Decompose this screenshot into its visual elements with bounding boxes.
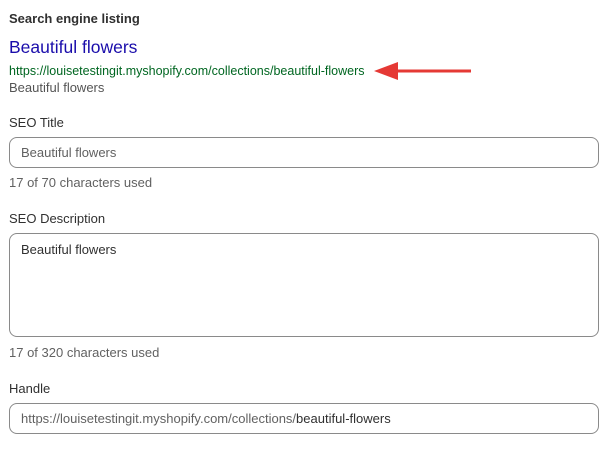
- handle-input[interactable]: https://louisetestingit.myshopify.com/co…: [9, 403, 599, 434]
- seo-description-help: 17 of 320 characters used: [9, 345, 160, 360]
- preview-url: https://louisetestingit.myshopify.com/co…: [9, 64, 365, 78]
- seo-description-value: Beautiful flowers: [21, 242, 117, 257]
- preview-title: Beautiful flowers: [9, 37, 138, 57]
- preview-url-row: https://louisetestingit.myshopify.com/co…: [9, 61, 474, 81]
- seo-title-value: Beautiful flowers: [21, 145, 117, 160]
- seo-title-input[interactable]: Beautiful flowers: [9, 137, 599, 168]
- seo-title-help: 17 of 70 characters used: [9, 175, 153, 190]
- seo-title-label: SEO Title: [9, 115, 64, 130]
- section-heading: Search engine listing: [9, 11, 140, 26]
- seo-description-textarea[interactable]: Beautiful flowers: [9, 233, 599, 337]
- handle-prefix: https://louisetestingit.myshopify.com/co…: [21, 411, 297, 426]
- handle-value: beautiful-flowers: [296, 411, 391, 426]
- annotation-arrow-icon: [374, 62, 472, 80]
- seo-description-label: SEO Description: [9, 211, 106, 226]
- preview-description: Beautiful flowers: [9, 80, 105, 95]
- handle-label: Handle: [9, 381, 51, 396]
